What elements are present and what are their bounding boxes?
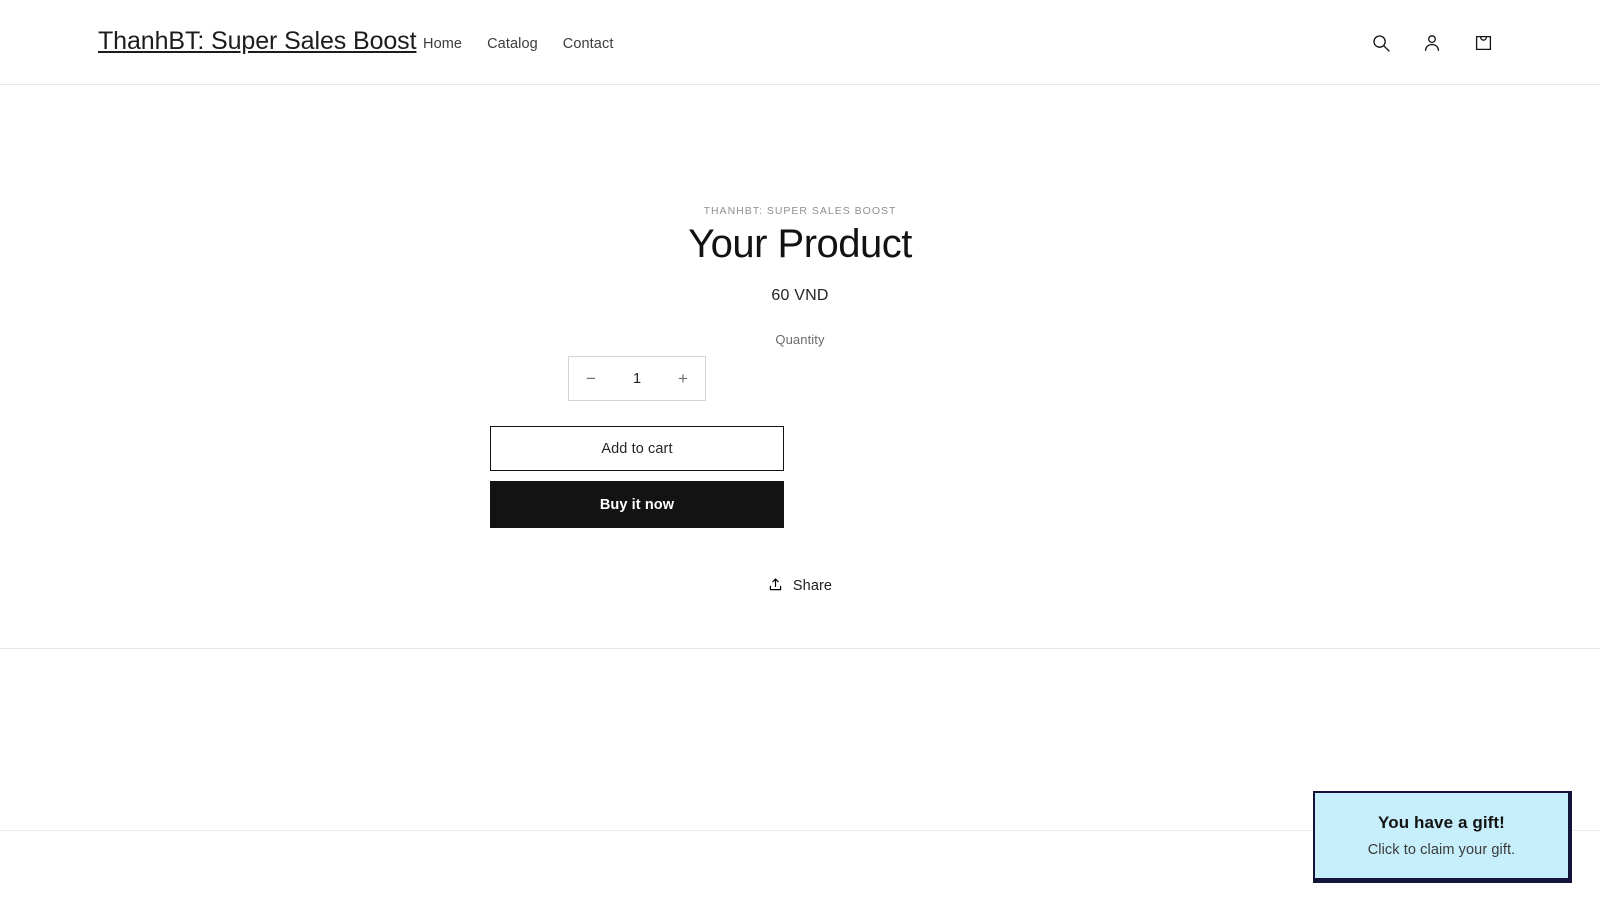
quantity-stepper: − + xyxy=(568,356,706,401)
quantity-label: Quantity xyxy=(775,332,825,347)
add-to-cart-button[interactable]: Add to cart xyxy=(490,426,784,471)
site-brand-link[interactable]: ThanhBT: Super Sales Boost xyxy=(98,29,417,54)
account-icon xyxy=(1422,33,1442,56)
site-header: ThanhBT: Super Sales Boost Home Catalog … xyxy=(0,0,1600,85)
gift-popup-title: You have a gift! xyxy=(1378,813,1505,832)
quantity-increase-button[interactable]: + xyxy=(661,357,705,400)
product-vendor: THANHBT: SUPER SALES BOOST xyxy=(703,205,897,217)
nav-link-home[interactable]: Home xyxy=(423,36,462,53)
share-row: Share xyxy=(0,577,1600,595)
product-price: 60 VND xyxy=(771,287,829,304)
product-section: THANHBT: SUPER SALES BOOST Your Product … xyxy=(0,85,1600,648)
cart-icon xyxy=(1473,32,1494,56)
quantity-decrease-button[interactable]: − xyxy=(569,357,613,400)
nav-link-catalog[interactable]: Catalog xyxy=(487,36,538,53)
cart-button[interactable] xyxy=(1467,28,1499,60)
share-icon xyxy=(768,577,783,595)
share-label: Share xyxy=(792,578,833,594)
share-button[interactable]: Share xyxy=(768,577,832,595)
main-navigation: Home Catalog Contact xyxy=(423,36,613,53)
search-icon xyxy=(1371,33,1391,56)
search-button[interactable] xyxy=(1365,28,1397,60)
gift-popup-subtitle: Click to claim your gift. xyxy=(1367,842,1516,858)
quantity-input[interactable] xyxy=(614,370,660,387)
product-title: Your Product xyxy=(688,222,912,266)
nav-link-contact[interactable]: Contact xyxy=(563,36,614,53)
buy-it-now-button[interactable]: Buy it now xyxy=(490,481,784,528)
account-button[interactable] xyxy=(1416,28,1448,60)
gift-popup[interactable]: You have a gift! Click to claim your gif… xyxy=(1313,791,1572,883)
header-actions xyxy=(1365,28,1499,60)
